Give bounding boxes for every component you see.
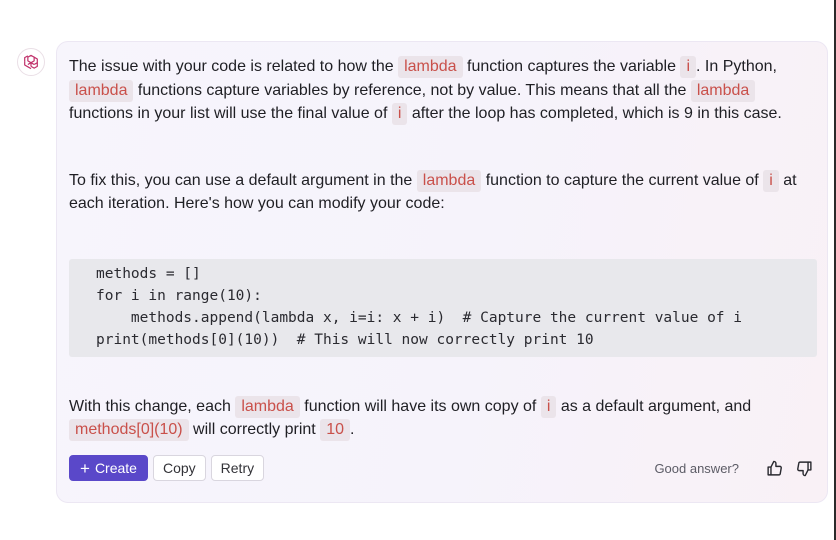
inline-code: i (391, 103, 408, 125)
text: . (349, 421, 355, 438)
message-paragraph-3: With this change, each lambda function w… (69, 395, 817, 442)
code-line: methods.append(lambda x, i=i: x + i) # C… (96, 309, 743, 326)
assistant-avatar (17, 48, 45, 76)
text: will correctly print (188, 421, 321, 438)
copy-button[interactable]: Copy (152, 455, 206, 481)
feedback-group: Good answer? (654, 459, 813, 477)
code-line: print(methods[0](10)) # This will now co… (96, 332, 594, 349)
inline-code: lambda (69, 79, 134, 102)
inline-code: 10 (320, 419, 350, 441)
text: function to capture the current value of (481, 171, 764, 189)
thumbs-down-button[interactable] (795, 459, 813, 477)
code-block[interactable]: methods = [] for i in range(10): methods… (69, 258, 817, 357)
create-button-label: Create (94, 460, 137, 476)
message-paragraph-2: To fix this, you can use a default argum… (69, 169, 817, 216)
copy-button-label: Copy (162, 460, 196, 476)
thumbs-down-icon (796, 460, 812, 476)
inline-code: lambda (690, 79, 756, 102)
text: With this change, each (69, 397, 236, 415)
retry-button[interactable]: Retry (210, 455, 265, 481)
inline-code: lambda (398, 56, 463, 78)
text: The issue with your code is related to h… (69, 58, 399, 75)
message-actions: + Create Copy Retry Good answer? (69, 454, 813, 482)
text: function will have its own copy of (299, 397, 541, 415)
inline-code: i (680, 56, 697, 78)
thumbs-up-icon (766, 460, 782, 476)
message-paragraph-1: The issue with your code is related to h… (69, 55, 817, 126)
text: functions in your list will use the fina… (69, 105, 392, 122)
text: . In Python, (696, 58, 777, 75)
retry-button-label: Retry (220, 460, 255, 476)
inline-code: i (540, 395, 557, 418)
text: after the loop has completed, which is 9… (407, 105, 782, 122)
create-button[interactable]: + Create (69, 455, 148, 481)
text: as a default argument, and (556, 397, 752, 415)
thumbs-up-button[interactable] (765, 459, 783, 477)
code-line: for i in range(10): (96, 287, 262, 304)
text: functions capture variables by reference… (133, 81, 691, 99)
inline-code: methods[0](10) (69, 419, 189, 441)
openai-logo-icon (24, 54, 38, 70)
inline-code: lambda (235, 395, 300, 418)
inline-code: i (763, 169, 779, 192)
feedback-label: Good answer? (654, 460, 739, 476)
text: function captures the variable (462, 58, 681, 75)
assistant-message: The issue with your code is related to h… (56, 41, 828, 503)
code-line: methods = [] (96, 265, 201, 282)
text: To fix this, you can use a default argum… (69, 171, 417, 189)
inline-code: lambda (416, 169, 482, 192)
plus-icon: + (80, 458, 90, 478)
